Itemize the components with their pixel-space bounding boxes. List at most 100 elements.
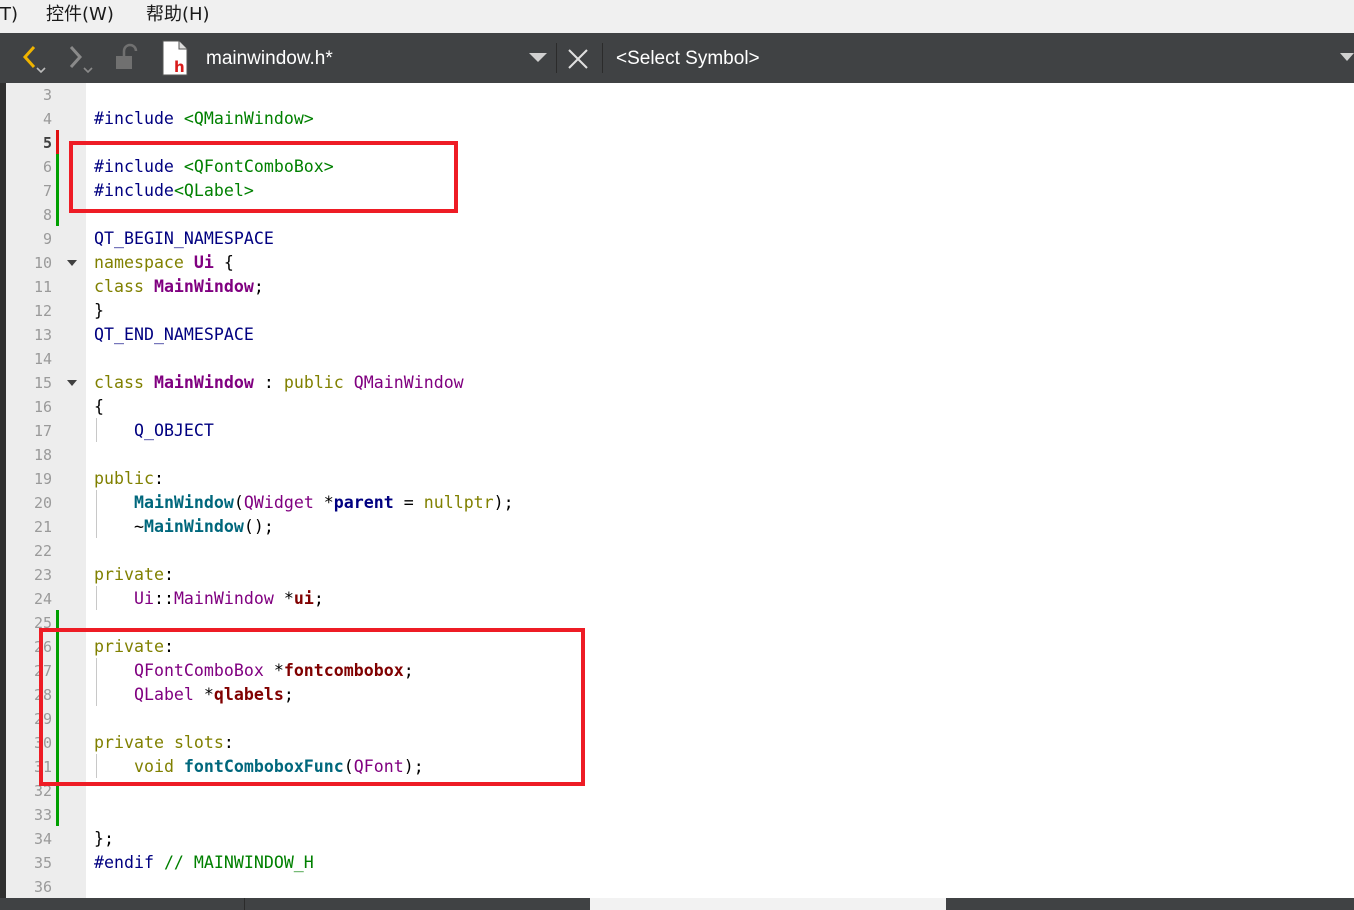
- code-token: ;: [313, 589, 324, 608]
- code-token: QMainWindow: [353, 373, 464, 392]
- code-token: parent: [333, 493, 394, 512]
- code-token: :: [253, 373, 284, 392]
- line-number: 14: [33, 350, 52, 368]
- code-line[interactable]: private:: [94, 563, 174, 587]
- back-arrow-icon[interactable]: [20, 41, 54, 75]
- code-token: MainWindow: [143, 517, 244, 536]
- open-file-name[interactable]: mainwindow.h*: [206, 33, 333, 83]
- indent-guide: [96, 490, 97, 538]
- code-token: Ui: [133, 589, 154, 608]
- code-token: nullptr: [423, 493, 494, 512]
- line-number: 11: [33, 278, 52, 296]
- line-number: 16: [33, 398, 52, 416]
- code-line[interactable]: public:: [94, 467, 164, 491]
- code-token: );: [493, 493, 514, 512]
- menu-item-tools[interactable]: T): [0, 0, 18, 30]
- code-token: *: [273, 589, 294, 608]
- code-line[interactable]: class MainWindow;: [94, 275, 264, 299]
- code-line[interactable]: QT_BEGIN_NAMESPACE: [94, 227, 274, 251]
- code-token: private: [94, 565, 164, 584]
- toolbar-separator-2: [602, 43, 603, 73]
- code-token: ();: [243, 517, 274, 536]
- forward-arrow-icon[interactable]: [66, 41, 100, 75]
- code-token: =: [393, 493, 424, 512]
- code-token: {: [94, 397, 104, 416]
- line-number: 15: [33, 374, 52, 392]
- annotation-box-includes: [69, 141, 458, 213]
- bottom-active-tab[interactable]: [590, 898, 946, 910]
- line-number: 12: [33, 302, 52, 320]
- code-token: MainWindow: [173, 589, 274, 608]
- code-line[interactable]: #include <QMainWindow>: [94, 107, 314, 131]
- code-token: *: [313, 493, 334, 512]
- code-line[interactable]: };: [94, 827, 114, 851]
- line-number: 36: [33, 878, 52, 896]
- line-number: 24: [33, 590, 52, 608]
- code-token: ui: [293, 589, 314, 608]
- code-token: public: [94, 469, 154, 488]
- line-number: 23: [33, 566, 52, 584]
- toolbar-separator: [556, 43, 557, 73]
- line-number: 21: [33, 518, 52, 536]
- code-token: Q_OBJECT: [133, 421, 214, 440]
- annotation-box-members: [39, 628, 585, 786]
- code-token: ~: [94, 517, 144, 536]
- code-token: :: [163, 565, 174, 584]
- line-number: 22: [33, 542, 52, 560]
- indent-guide: [96, 418, 97, 442]
- code-token: // MAINWINDOW_H: [163, 853, 314, 872]
- code-token: {: [213, 253, 234, 272]
- line-number: 10: [33, 254, 52, 272]
- code-line[interactable]: Ui::MainWindow *ui;: [94, 587, 324, 611]
- code-token: QT_END_NAMESPACE: [94, 325, 254, 344]
- line-number: 9: [42, 230, 52, 248]
- header-file-icon: h: [160, 39, 190, 76]
- symbol-dropdown-chevron-icon[interactable]: [1340, 47, 1354, 81]
- code-line[interactable]: {: [94, 395, 104, 419]
- fold-toggle-icon[interactable]: [67, 260, 77, 266]
- code-token: ;: [253, 277, 264, 296]
- code-token: #include: [94, 109, 184, 128]
- code-token: QT_BEGIN_NAMESPACE: [94, 229, 274, 248]
- line-number: 33: [33, 806, 52, 824]
- line-number: 17: [33, 422, 52, 440]
- line-number: 18: [33, 446, 52, 464]
- code-token: (: [233, 493, 244, 512]
- editor-toolbar: h mainwindow.h* <Select Symbol>: [0, 33, 1354, 83]
- menu-item-widgets[interactable]: 控件(W): [46, 0, 114, 30]
- code-token: QWidget: [243, 493, 314, 512]
- code-line[interactable]: #endif // MAINWINDOW_H: [94, 851, 314, 875]
- code-token: ::: [153, 589, 174, 608]
- code-token: MainWindow: [153, 277, 254, 296]
- line-number: 4: [42, 110, 52, 128]
- line-number: 19: [33, 470, 52, 488]
- fold-toggle-icon[interactable]: [67, 380, 77, 386]
- code-token: MainWindow: [153, 373, 254, 392]
- code-line[interactable]: namespace Ui {: [94, 251, 234, 275]
- code-line[interactable]: class MainWindow : public QMainWindow: [94, 371, 464, 395]
- lock-icon[interactable]: [112, 41, 146, 75]
- code-line[interactable]: }: [94, 299, 104, 323]
- menu-bar: T) 控件(W) 帮助(H): [0, 0, 1354, 33]
- code-line[interactable]: Q_OBJECT: [94, 419, 214, 443]
- code-token: }: [94, 301, 104, 320]
- code-line[interactable]: ~MainWindow();: [94, 515, 274, 539]
- code-line[interactable]: QT_END_NAMESPACE: [94, 323, 254, 347]
- bottom-separator: [244, 898, 245, 910]
- line-number: 5: [42, 134, 52, 152]
- line-number: 20: [33, 494, 52, 512]
- code-token: #endif: [94, 853, 164, 872]
- menu-item-help[interactable]: 帮助(H): [146, 0, 210, 30]
- line-number: 3: [42, 86, 52, 104]
- code-token: class: [94, 373, 154, 392]
- code-token: namespace: [94, 253, 194, 272]
- code-line[interactable]: MainWindow(QWidget *parent = nullptr);: [94, 491, 514, 515]
- file-dropdown-chevron-icon[interactable]: [527, 47, 549, 81]
- close-icon[interactable]: [564, 45, 592, 79]
- code-token: public: [283, 373, 354, 392]
- symbol-selector[interactable]: <Select Symbol>: [616, 33, 760, 83]
- line-number: 8: [42, 206, 52, 224]
- added-lines-marker: [56, 154, 59, 226]
